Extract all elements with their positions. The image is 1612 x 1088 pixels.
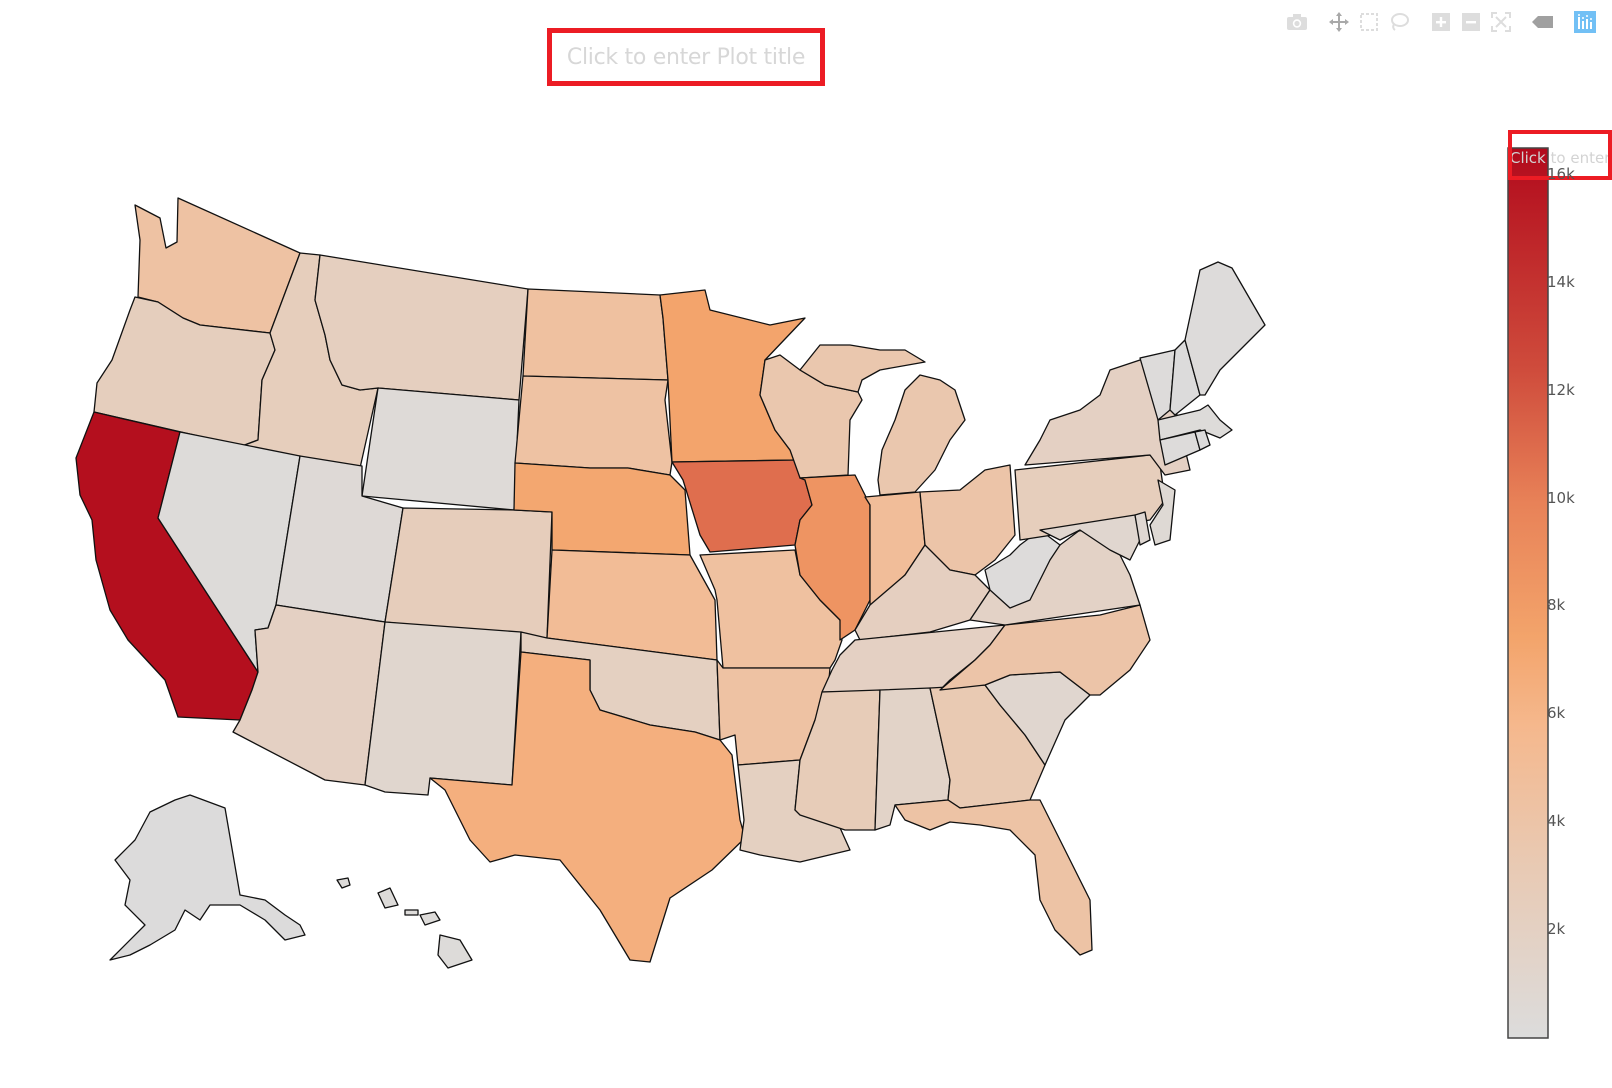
- state-hi[interactable]: [437, 934, 473, 969]
- colorbar-tick-label: 14k: [1547, 272, 1575, 291]
- choropleth-map[interactable]: [0, 0, 1612, 1088]
- colorbar-tick-label: 12k: [1547, 380, 1575, 399]
- colorbar-tick-label: 6k: [1547, 704, 1566, 723]
- state-fl[interactable]: [894, 799, 1093, 956]
- state-mi[interactable]: [877, 374, 966, 496]
- state-co[interactable]: [384, 507, 553, 639]
- state-ia[interactable]: [671, 459, 813, 553]
- colorbar-tick-label: 16k: [1547, 164, 1575, 183]
- state-wy[interactable]: [361, 387, 520, 511]
- colorbar: [1507, 147, 1549, 1039]
- state-hi[interactable]: [404, 909, 419, 916]
- colorbar-tick-label: 4k: [1547, 812, 1566, 831]
- state-mt[interactable]: [314, 254, 529, 401]
- state-hi[interactable]: [336, 877, 351, 889]
- state-nm[interactable]: [364, 621, 522, 796]
- states-layer: [75, 197, 1266, 969]
- state-nd[interactable]: [522, 288, 669, 381]
- state-sd[interactable]: [514, 375, 673, 476]
- colorbar-gradient: [1507, 147, 1549, 1039]
- colorbar-tick-label: 2k: [1547, 920, 1566, 939]
- state-az[interactable]: [232, 604, 386, 786]
- state-me[interactable]: [1184, 261, 1266, 396]
- state-hi[interactable]: [377, 887, 399, 909]
- colorbar-tick-label: 10k: [1547, 488, 1575, 507]
- state-ak[interactable]: [109, 794, 306, 961]
- state-hi[interactable]: [419, 911, 441, 926]
- colorbar-tick-label: 8k: [1547, 596, 1566, 615]
